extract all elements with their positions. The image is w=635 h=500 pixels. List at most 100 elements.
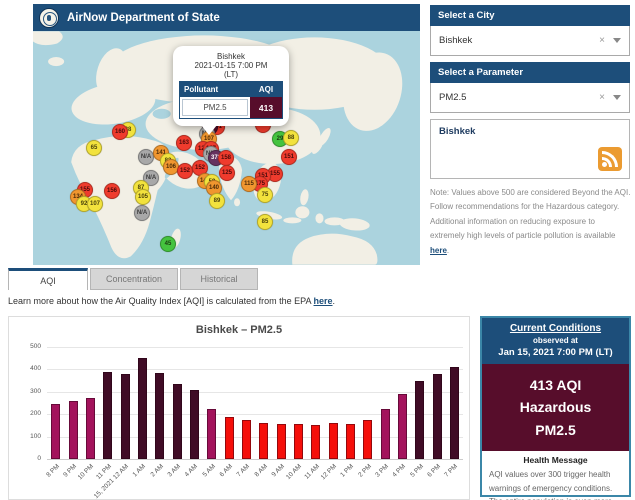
chart-bar[interactable] (450, 367, 459, 460)
aqi-marker[interactable]: 158 (218, 150, 234, 166)
city-select-value: Bishkek (439, 35, 599, 46)
popup-col-aqi: AQI (250, 82, 282, 97)
chart-bar[interactable] (155, 373, 164, 459)
aqi-marker[interactable]: 115 (241, 176, 257, 192)
health-message-text: AQI values over 300 trigger health warni… (489, 468, 622, 500)
chart-bar[interactable] (173, 384, 182, 459)
parameter-select-header: Select a Parameter (430, 62, 630, 83)
city-select-header: Select a City (430, 5, 630, 26)
popup-pollutant-value: PM2.5 (182, 99, 248, 116)
y-tick-label: 300 (13, 388, 41, 395)
aqi-marker[interactable]: N/A (134, 205, 150, 221)
gridline (47, 347, 463, 348)
chart-bar[interactable] (363, 420, 372, 459)
city-chevron-down-icon[interactable] (613, 38, 621, 43)
current-conditions-panel: Current Conditions observed at Jan 15, 2… (480, 316, 631, 497)
popup-col-pollutant: Pollutant (180, 82, 250, 97)
current-pollutant: PM2.5 (484, 419, 627, 441)
epa-here-link[interactable]: here (314, 296, 333, 306)
airnow-page: AirNow Department of State (0, 0, 635, 500)
chart-bar[interactable] (433, 374, 442, 459)
aqi-marker[interactable]: 75 (257, 187, 273, 203)
parameter-select-value: PM2.5 (439, 92, 599, 103)
aqi-marker[interactable]: N/A (138, 149, 154, 165)
chart-bar[interactable] (277, 424, 286, 459)
chart-bar[interactable] (138, 358, 147, 459)
gridline (47, 369, 463, 370)
popup-city: Bishkek (179, 52, 283, 61)
popup-timezone: (LT) (179, 70, 283, 79)
observed-at-label: observed at (484, 336, 627, 345)
aqi-marker[interactable]: 160 (112, 124, 128, 140)
tab-historical[interactable]: Historical (180, 268, 258, 290)
chart-tabs: AQI Concentration Historical (8, 268, 258, 290)
tab-concentration[interactable]: Concentration (90, 268, 178, 290)
aqi-bar-chart: Bishkek – PM2.5 AQI 0100200300400500 8 P… (8, 316, 470, 500)
y-tick-label: 0 (13, 455, 41, 462)
plot-area (47, 347, 463, 459)
aqi-note: Note: Values above 500 are considered Be… (430, 186, 631, 258)
chart-bar[interactable] (259, 423, 268, 460)
us-state-seal-icon (39, 8, 59, 28)
popup-table: Pollutant AQI PM2.5 413 (179, 81, 283, 119)
aqi-marker[interactable]: 152 (177, 163, 193, 179)
chart-bar[interactable] (346, 424, 355, 459)
chart-bar[interactable] (415, 381, 424, 459)
chart-bar[interactable] (294, 424, 303, 459)
parameter-select-input[interactable]: PM2.5 × (430, 83, 630, 113)
current-conditions-title: Current Conditions (484, 323, 627, 334)
chart-bar[interactable] (311, 425, 320, 459)
city-select-widget: Select a City Bishkek × (430, 5, 630, 56)
parameter-select-widget: Select a Parameter PM2.5 × (430, 62, 630, 113)
chart-bar[interactable] (121, 374, 130, 459)
rss-feed-icon[interactable] (598, 147, 622, 171)
chart-bar[interactable] (329, 423, 338, 460)
aqi-marker[interactable]: 156 (104, 183, 120, 199)
health-message-title: Health Message (489, 455, 622, 465)
chart-bar[interactable] (398, 394, 407, 459)
chart-bar[interactable] (190, 390, 199, 459)
chart-bar[interactable] (242, 420, 251, 459)
chart-bar[interactable] (103, 372, 112, 459)
current-conditions-header: Current Conditions observed at Jan 15, 2… (482, 318, 629, 364)
popup-aqi-value: 413 (250, 97, 282, 118)
chart-bar[interactable] (207, 409, 216, 459)
feed-city-label: Bishkek (439, 126, 621, 137)
aqi-marker[interactable]: 45 (160, 236, 176, 252)
chart-bar[interactable] (69, 401, 78, 459)
aqi-marker[interactable]: 65 (86, 140, 102, 156)
chart-bar[interactable] (51, 404, 60, 459)
chart-bar[interactable] (225, 417, 234, 459)
current-aqi-value: 413 AQI (484, 374, 627, 396)
aqi-marker[interactable]: 88 (283, 130, 299, 146)
x-axis-line (47, 459, 463, 460)
app-header: AirNow Department of State (33, 4, 420, 31)
parameter-clear-icon[interactable]: × (599, 92, 605, 103)
popup-datetime: 2021-01-15 7:00 PM (179, 61, 283, 70)
learn-more-text: Learn more about how the Air Quality Ind… (8, 296, 335, 306)
x-axis-labels: 8 PM9 PM10 PM11 PM15, 2021 12 AM1 AM2 AM… (47, 463, 463, 500)
aqi-marker[interactable]: 107 (87, 196, 103, 212)
note-here-link[interactable]: here (430, 246, 447, 255)
chart-bar[interactable] (86, 398, 95, 459)
aqi-marker[interactable]: 163 (176, 135, 192, 151)
city-clear-icon[interactable]: × (599, 35, 605, 46)
observed-datetime: Jan 15, 2021 7:00 PM (LT) (484, 347, 627, 358)
aqi-marker[interactable]: 85 (257, 214, 273, 230)
city-feed-box: Bishkek (430, 119, 630, 179)
aqi-marker[interactable]: 89 (209, 193, 225, 209)
health-message-section: Health Message AQI values over 300 trigg… (482, 451, 629, 500)
y-axis-ticks: 0100200300400500 (13, 347, 43, 459)
note-text: Note: Values above 500 are considered Be… (430, 188, 630, 240)
aqi-marker[interactable]: 151 (281, 149, 297, 165)
aqi-marker[interactable]: 125 (219, 165, 235, 181)
y-tick-label: 400 (13, 365, 41, 372)
tab-aqi[interactable]: AQI (8, 268, 88, 290)
y-tick-label: 200 (13, 410, 41, 417)
app-title: AirNow Department of State (67, 12, 220, 24)
chart-bar[interactable] (381, 409, 390, 459)
aqi-marker[interactable]: 105 (135, 189, 151, 205)
city-select-input[interactable]: Bishkek × (430, 26, 630, 56)
parameter-chevron-down-icon[interactable] (613, 95, 621, 100)
aqi-world-map[interactable]: 8816065163N/A14183106152N/A1551349210715… (33, 31, 420, 265)
